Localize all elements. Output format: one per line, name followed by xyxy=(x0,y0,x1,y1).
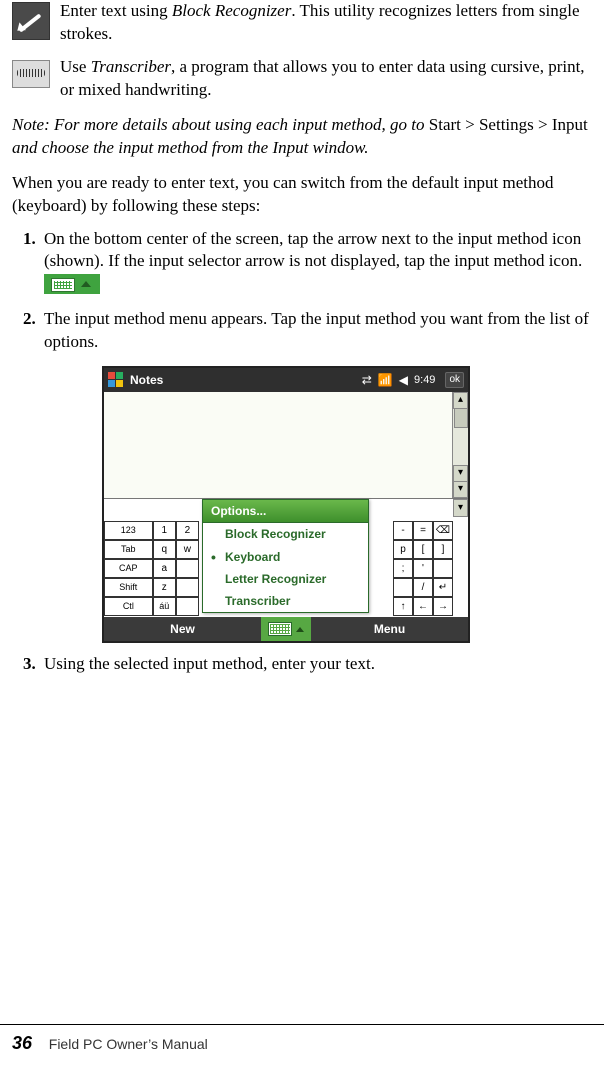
input-method-icon xyxy=(44,274,100,294)
sip-area: ▾ 12312 Tabqw CAPa Shiftz Ctláü -=⌫ p[] … xyxy=(104,499,468,617)
scroll-down-button-3[interactable]: ▾ xyxy=(453,499,468,517)
osk-left-fragment[interactable]: 12312 Tabqw CAPa Shiftz Ctláü xyxy=(104,521,199,617)
status-tray: ⇄ 📶 ◀ 9:49 ok xyxy=(362,372,464,388)
scroll-down-button[interactable]: ▾ xyxy=(453,465,468,482)
osk-right-fragment[interactable]: -=⌫ p[] ;' /↵ ↑←→ xyxy=(393,521,453,617)
bullet-transcriber: Use Transcriber, a program that allows y… xyxy=(12,56,592,102)
start-flag-icon[interactable] xyxy=(108,372,124,388)
clock: 9:49 xyxy=(414,373,435,388)
connectivity-icon[interactable]: ⇄ xyxy=(362,372,372,388)
bullet-text: Use Transcriber, a program that allows y… xyxy=(60,56,592,102)
step-1-text: On the bottom center of the screen, tap … xyxy=(44,229,582,271)
input-method-menu: Options... Block Recognizer Keyboard Let… xyxy=(202,499,369,613)
bullet-text: Enter text using Block Recognizer. This … xyxy=(60,0,592,46)
vertical-scrollbar[interactable]: ▴ ▾ ▾ xyxy=(452,392,468,498)
page-footer: 36 Field PC Owner’s Manual xyxy=(0,1024,604,1056)
pen-icon xyxy=(12,2,50,40)
steps-list: On the bottom center of the screen, tap … xyxy=(12,228,592,355)
soft-key-bar: New Menu xyxy=(104,617,468,641)
menu-options[interactable]: Options... xyxy=(203,500,368,523)
chevron-up-icon xyxy=(296,627,304,632)
lead-paragraph: When you are ready to enter text, you ca… xyxy=(12,172,592,218)
device-screenshot: Notes ⇄ 📶 ◀ 9:49 ok ▴ ▾ ▾ ▾ 12312 Tabqw xyxy=(102,366,470,643)
softkey-menu[interactable]: Menu xyxy=(311,621,468,637)
softkey-new[interactable]: New xyxy=(104,621,261,637)
scroll-up-button[interactable]: ▴ xyxy=(453,392,468,409)
sip-toggle-button[interactable] xyxy=(261,617,311,641)
steps-list-cont: Using the selected input method, enter y… xyxy=(12,653,592,676)
step-2: The input method menu appears. Tap the i… xyxy=(40,308,592,354)
manual-title: Field PC Owner’s Manual xyxy=(49,1036,208,1052)
note-canvas[interactable]: ▴ ▾ ▾ xyxy=(104,392,468,499)
step-3: Using the selected input method, enter y… xyxy=(40,653,592,676)
window-titlebar: Notes ⇄ 📶 ◀ 9:49 ok xyxy=(104,368,468,392)
ok-button[interactable]: ok xyxy=(445,372,464,388)
menu-item-letter-recognizer[interactable]: Letter Recognizer xyxy=(203,568,368,590)
handwriting-icon xyxy=(12,60,50,88)
step-1: On the bottom center of the screen, tap … xyxy=(40,228,592,297)
note-paragraph: Note: For more details about using each … xyxy=(12,114,592,160)
menu-item-keyboard[interactable]: Keyboard xyxy=(203,546,368,568)
keyboard-icon xyxy=(268,622,292,636)
menu-item-transcriber[interactable]: Transcriber xyxy=(203,590,368,612)
signal-icon[interactable]: 📶 xyxy=(378,372,393,388)
volume-icon[interactable]: ◀ xyxy=(399,372,408,388)
scroll-thumb[interactable] xyxy=(454,408,468,428)
bullet-block-recognizer: Enter text using Block Recognizer. This … xyxy=(12,0,592,46)
scroll-down-button-2[interactable]: ▾ xyxy=(453,481,468,498)
menu-item-block-recognizer[interactable]: Block Recognizer xyxy=(203,523,368,545)
page-number: 36 xyxy=(12,1033,32,1053)
app-title: Notes xyxy=(130,372,362,388)
